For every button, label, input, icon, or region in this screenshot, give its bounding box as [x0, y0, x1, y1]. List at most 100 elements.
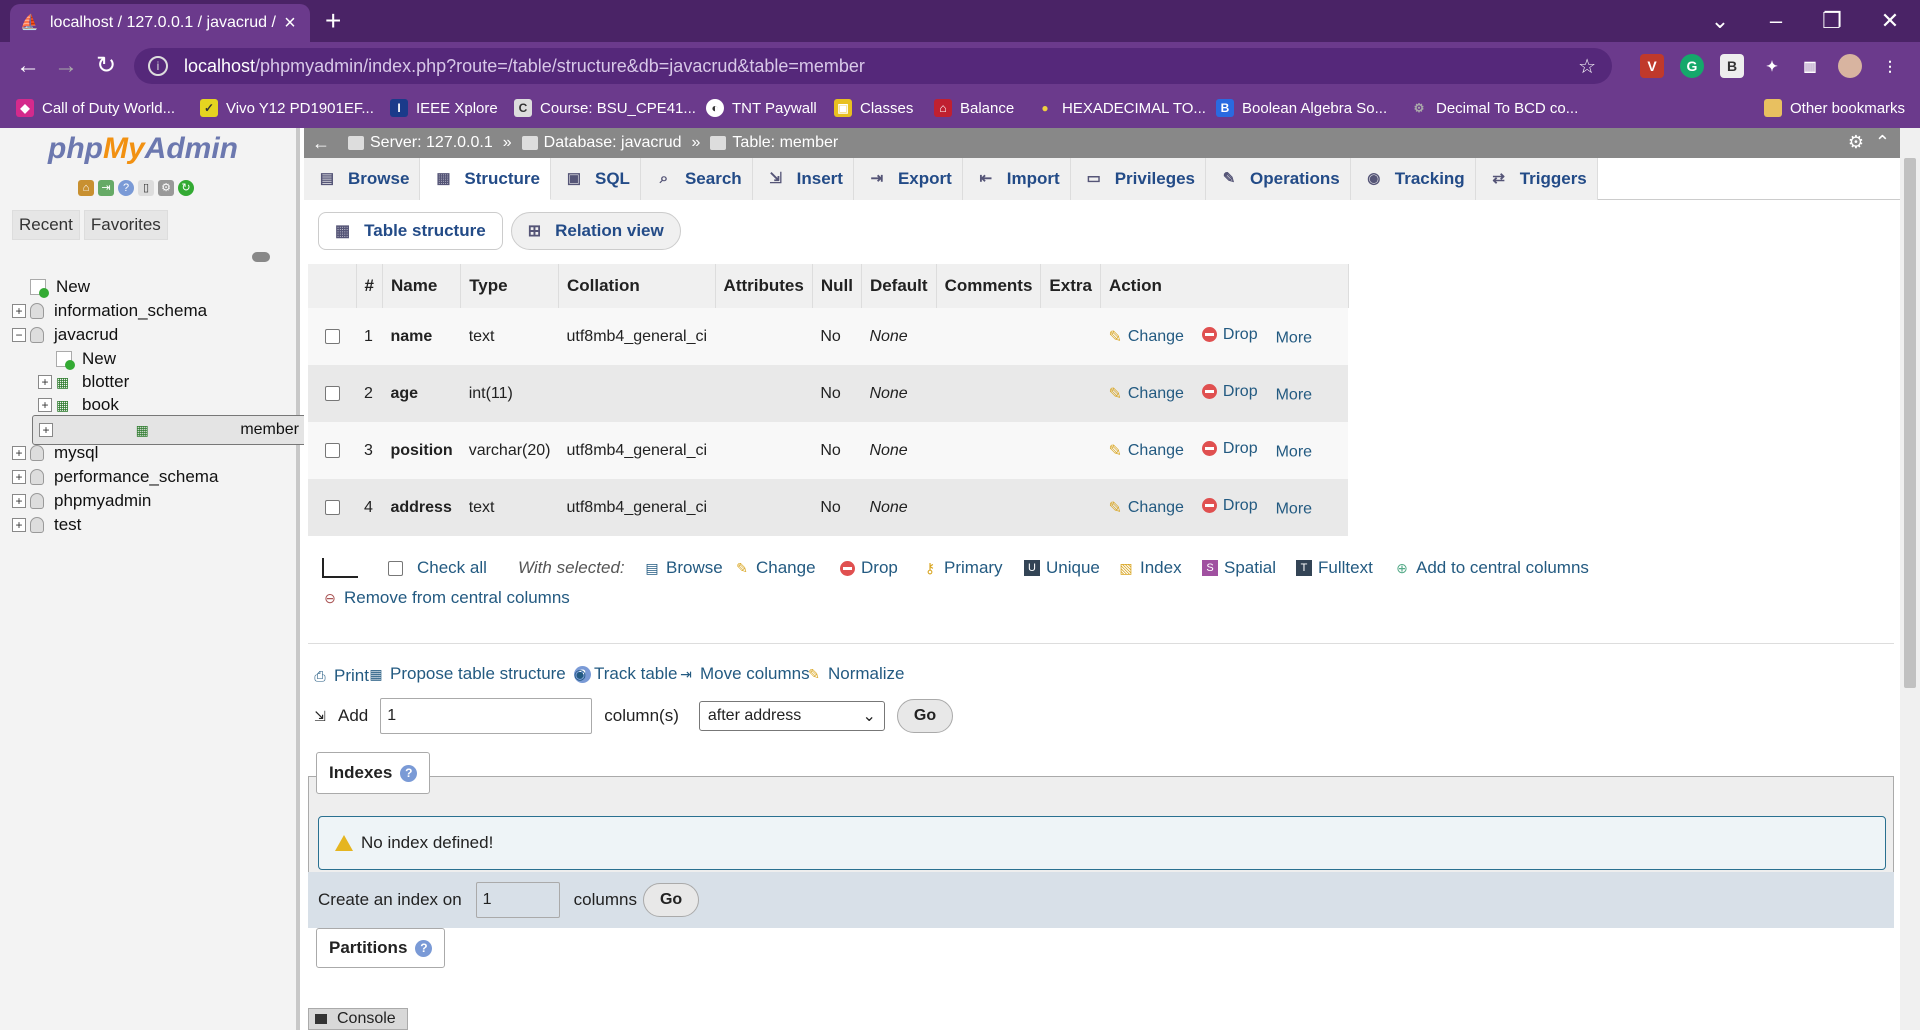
bookmark-item[interactable]: ◆ Call of Duty World...	[16, 99, 175, 117]
tab-import[interactable]: ⇤ Import	[962, 158, 1071, 200]
tab-insert[interactable]: ⇲ Insert	[752, 158, 854, 200]
help-icon[interactable]: ?	[118, 180, 134, 196]
link-with-main-icon[interactable]	[252, 252, 270, 262]
profile-avatar[interactable]	[1838, 54, 1862, 78]
menu-kebab-icon[interactable]: ⋮	[1878, 54, 1902, 78]
b-extension-icon[interactable]: B	[1720, 54, 1744, 78]
tab-triggers[interactable]: ⇄ Triggers	[1475, 158, 1598, 200]
change-button[interactable]: ✎ Change	[1108, 498, 1183, 518]
settings-icon[interactable]: ⚙	[158, 180, 174, 196]
add-columns-count-input[interactable]: 1	[380, 698, 593, 734]
bulk-primary-button[interactable]: ⚷ Primary	[922, 558, 1003, 578]
phpmyadmin-logo[interactable]: phpMyAdmin	[48, 132, 238, 166]
bookmark-item[interactable]: ⚙ Decimal To BCD co...	[1410, 99, 1579, 117]
tab-search-icon[interactable]: ⌄	[1700, 6, 1740, 36]
tab-export[interactable]: ⇥ Export	[853, 158, 963, 200]
tab-browse[interactable]: ▤ Browse	[304, 158, 421, 200]
track-table-link[interactable]: ◉ Track table	[572, 664, 678, 684]
relation-view-tab[interactable]: ⊞ Relation view	[510, 212, 681, 250]
help-icon[interactable]: ?	[400, 764, 418, 782]
tab-operations[interactable]: ✎ Operations	[1206, 158, 1351, 200]
bulk-index-button[interactable]: ▧ Index	[1118, 558, 1181, 578]
site-info-icon[interactable]: i	[148, 56, 168, 76]
drop-button[interactable]: Drop	[1201, 326, 1258, 344]
side-panel-icon[interactable]: ▥	[1798, 54, 1822, 78]
reload-button[interactable]: ↻	[90, 50, 122, 82]
vertical-scrollbar[interactable]	[1900, 128, 1920, 1030]
extensions-puzzle-icon[interactable]: ✦	[1760, 54, 1784, 78]
expand-icon[interactable]: +	[12, 518, 26, 532]
console-toggle[interactable]: Console	[308, 1008, 408, 1030]
close-tab-icon[interactable]: ×	[280, 12, 300, 35]
collapse-nav-icon[interactable]: ←	[312, 133, 330, 154]
table-structure-tab[interactable]: ▦ Table structure	[318, 212, 503, 250]
row-checkbox[interactable]	[324, 329, 340, 344]
expand-icon[interactable]: +	[38, 375, 52, 389]
change-button[interactable]: ✎ Change	[1108, 384, 1183, 404]
other-bookmarks[interactable]: Other bookmarks	[1764, 99, 1905, 117]
check-all[interactable]: Check all	[388, 558, 487, 578]
favorites-tab[interactable]: Favorites	[83, 210, 168, 240]
more-dropdown[interactable]: More	[1276, 443, 1312, 460]
bulk-browse-button[interactable]: ▤ Browse	[644, 558, 722, 578]
restore-button[interactable]: ❐	[1812, 6, 1852, 36]
bulk-unique-button[interactable]: U Unique	[1024, 558, 1100, 578]
remove-central-columns-button[interactable]: ⊖ Remove from central columns	[322, 588, 570, 608]
create-index-go-button[interactable]: Go	[642, 883, 700, 917]
vm-extension-icon[interactable]: V	[1640, 54, 1664, 78]
bookmark-item[interactable]: ⌂ Balance	[934, 99, 1014, 117]
bookmark-item[interactable]: ▣ Classes	[834, 99, 913, 117]
expand-icon[interactable]: +	[38, 398, 52, 412]
create-index-count-input[interactable]: 1	[475, 882, 560, 918]
drop-button[interactable]: Drop	[1201, 383, 1258, 401]
bulk-spatial-button[interactable]: S Spatial	[1202, 558, 1276, 578]
bulk-change-button[interactable]: ✎ Change	[734, 558, 815, 578]
propose-structure-link[interactable]: ▦ Propose table structure?	[368, 664, 591, 684]
print-link[interactable]: ⎙ Print	[312, 666, 369, 686]
breadcrumb-database[interactable]: Database: javacrud	[521, 134, 682, 152]
logout-icon[interactable]: ⇥	[98, 180, 114, 196]
expand-icon[interactable]: +	[12, 470, 26, 484]
expand-icon[interactable]: +	[39, 423, 53, 437]
change-button[interactable]: ✎ Change	[1108, 441, 1183, 461]
more-dropdown[interactable]: More	[1276, 500, 1312, 517]
collapse-icon[interactable]: −	[12, 328, 26, 342]
forward-button[interactable]: →	[50, 50, 82, 82]
tab-sql[interactable]: ▣ SQL	[551, 158, 641, 200]
row-checkbox[interactable]	[324, 386, 340, 401]
docs-icon[interactable]: ▯	[138, 180, 154, 196]
back-button[interactable]: ←	[12, 50, 44, 82]
recent-tab[interactable]: Recent	[12, 210, 80, 240]
expand-icon[interactable]: +	[12, 304, 26, 318]
drop-button[interactable]: Drop	[1201, 440, 1258, 458]
bulk-fulltext-button[interactable]: T Fulltext	[1296, 558, 1373, 578]
tab-privileges[interactable]: ▭ Privileges	[1070, 158, 1207, 200]
grammarly-extension-icon[interactable]: G	[1680, 54, 1704, 78]
expand-icon[interactable]: +	[12, 494, 26, 508]
tree-db-test[interactable]: + test	[12, 511, 81, 539]
home-icon[interactable]: ⌂	[78, 180, 94, 196]
bulk-drop-button[interactable]: Drop	[840, 558, 898, 578]
more-dropdown[interactable]: More	[1276, 386, 1312, 403]
gear-icon[interactable]: ⚙	[1848, 132, 1864, 153]
close-window-button[interactable]: ✕	[1870, 6, 1910, 36]
tab-search[interactable]: ⌕ Search	[640, 158, 753, 200]
scrollbar-thumb[interactable]	[1904, 158, 1916, 688]
collapse-top-icon[interactable]: ⌃	[1875, 132, 1890, 153]
bookmark-item[interactable]: I IEEE Xplore	[390, 99, 498, 117]
more-dropdown[interactable]: More	[1276, 329, 1312, 346]
column-position-select[interactable]: after address ⌄	[698, 701, 885, 731]
expand-icon[interactable]: +	[12, 446, 26, 460]
row-checkbox[interactable]	[324, 500, 340, 515]
drop-button[interactable]: Drop	[1201, 497, 1258, 515]
url-field[interactable]: i localhost/phpmyadmin/index.php?route=/…	[134, 48, 1612, 84]
move-columns-link[interactable]: ⇥ Move columns	[678, 664, 809, 684]
bookmark-item[interactable]: ● HEXADECIMAL TO...	[1036, 99, 1206, 117]
change-button[interactable]: ✎ Change	[1108, 327, 1183, 347]
reload-nav-icon[interactable]: ↻	[178, 180, 194, 196]
bookmark-item[interactable]: C Course: BSU_CPE41...	[514, 99, 696, 117]
add-central-columns-button[interactable]: ⊕ Add to central columns	[1394, 558, 1589, 578]
bookmark-star-icon[interactable]: ☆	[1578, 54, 1596, 79]
tab-tracking[interactable]: ◉ Tracking	[1350, 158, 1476, 200]
minimize-button[interactable]: –	[1756, 6, 1796, 36]
